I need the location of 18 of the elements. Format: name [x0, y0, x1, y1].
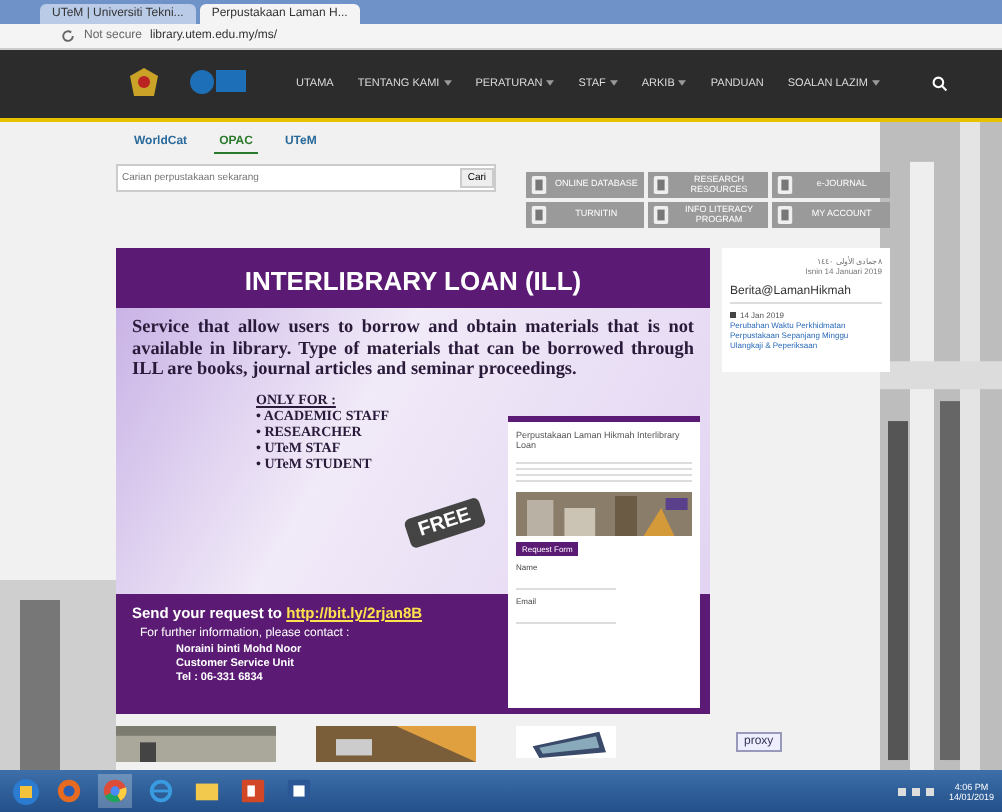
shortcut-icon [530, 174, 548, 196]
shortcut-icon [530, 204, 548, 226]
start-icon[interactable] [12, 777, 40, 805]
search-icon[interactable] [931, 76, 948, 92]
document-icon[interactable] [282, 774, 316, 808]
calendar-icon [730, 312, 736, 318]
shortcut-icon [652, 204, 671, 226]
shortcut-icon [775, 174, 794, 196]
price-tag: FREE [403, 496, 487, 550]
system-tray-icon[interactable] [896, 783, 937, 799]
chrome-icon[interactable] [98, 774, 132, 808]
shortcut-icon [775, 204, 794, 226]
shortcut-icon [652, 174, 671, 196]
presentation-icon[interactable] [236, 774, 270, 808]
banner-title: INTERLIBRARY LOAN (ILL) [242, 264, 584, 300]
browser-icon[interactable] [144, 774, 178, 808]
banner-description: Service that allow users to borrow and obtain materials that is not available in library. Type of materials that can be borrowed through ILL are books, journal articles and seminar proceedings. [132, 316, 694, 380]
reload-icon[interactable] [60, 28, 76, 44]
